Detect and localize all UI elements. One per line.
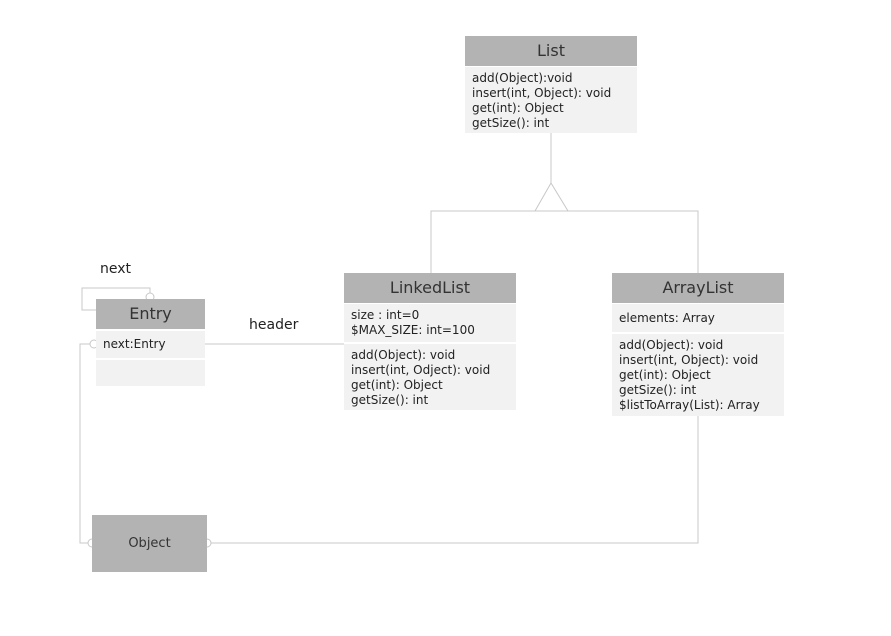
method: get(int): Object bbox=[472, 101, 564, 115]
method: $listToArray(List): Array bbox=[619, 398, 760, 412]
generalization-triangle bbox=[534, 182, 569, 212]
next-label: next bbox=[100, 261, 132, 277]
method: insert(int, Object): void bbox=[472, 86, 612, 100]
method: add(Object):void bbox=[472, 71, 573, 85]
methods: add(Object): void insert(int, Odject): vo… bbox=[344, 344, 516, 410]
class-name: ArrayList bbox=[612, 273, 784, 303]
class-name: List bbox=[465, 36, 637, 66]
method: getSize(): int bbox=[351, 393, 429, 407]
methods bbox=[96, 360, 205, 386]
attribute: next:Entry bbox=[103, 337, 166, 351]
attributes: size : int=0 $MAX_SIZE: int=100 bbox=[344, 304, 516, 342]
methods: add(Object):void insert(int, Object): voi… bbox=[465, 67, 637, 133]
method: get(int): Object bbox=[351, 378, 443, 392]
method: get(int): Object bbox=[619, 368, 711, 382]
method: add(Object): void bbox=[351, 348, 456, 362]
methods: add(Object): void insert(int, Object): vo… bbox=[612, 334, 784, 416]
attributes: elements: Array bbox=[612, 304, 784, 332]
arraylist-object-association bbox=[211, 415, 699, 544]
class-name: Entry bbox=[96, 299, 205, 329]
class-object[interactable]: Object bbox=[92, 515, 207, 572]
method: insert(int, Object): void bbox=[619, 353, 759, 367]
class-name: LinkedList bbox=[344, 273, 516, 303]
class-linkedlist[interactable]: LinkedList size : int=0 $MAX_SIZE: int=10… bbox=[344, 273, 516, 410]
class-name: Object bbox=[128, 536, 171, 551]
class-entry[interactable]: Entry next:Entry bbox=[96, 299, 205, 386]
method: getSize(): int bbox=[619, 383, 697, 397]
attribute: $MAX_SIZE: int=100 bbox=[351, 323, 475, 337]
attribute: size : int=0 bbox=[351, 308, 420, 322]
attribute: elements: Array bbox=[619, 311, 715, 325]
class-list[interactable]: List add(Object):void insert(int, Object)… bbox=[465, 36, 637, 133]
method: add(Object): void bbox=[619, 338, 724, 352]
method: insert(int, Odject): void bbox=[351, 363, 491, 377]
attributes: next:Entry bbox=[96, 331, 205, 358]
header-label: header bbox=[249, 317, 299, 333]
entry-object-association bbox=[79, 343, 90, 544]
generalization-branches bbox=[430, 210, 699, 273]
method: getSize(): int bbox=[472, 116, 550, 130]
class-arraylist[interactable]: ArrayList elements: Array add(Object): v… bbox=[612, 273, 784, 416]
